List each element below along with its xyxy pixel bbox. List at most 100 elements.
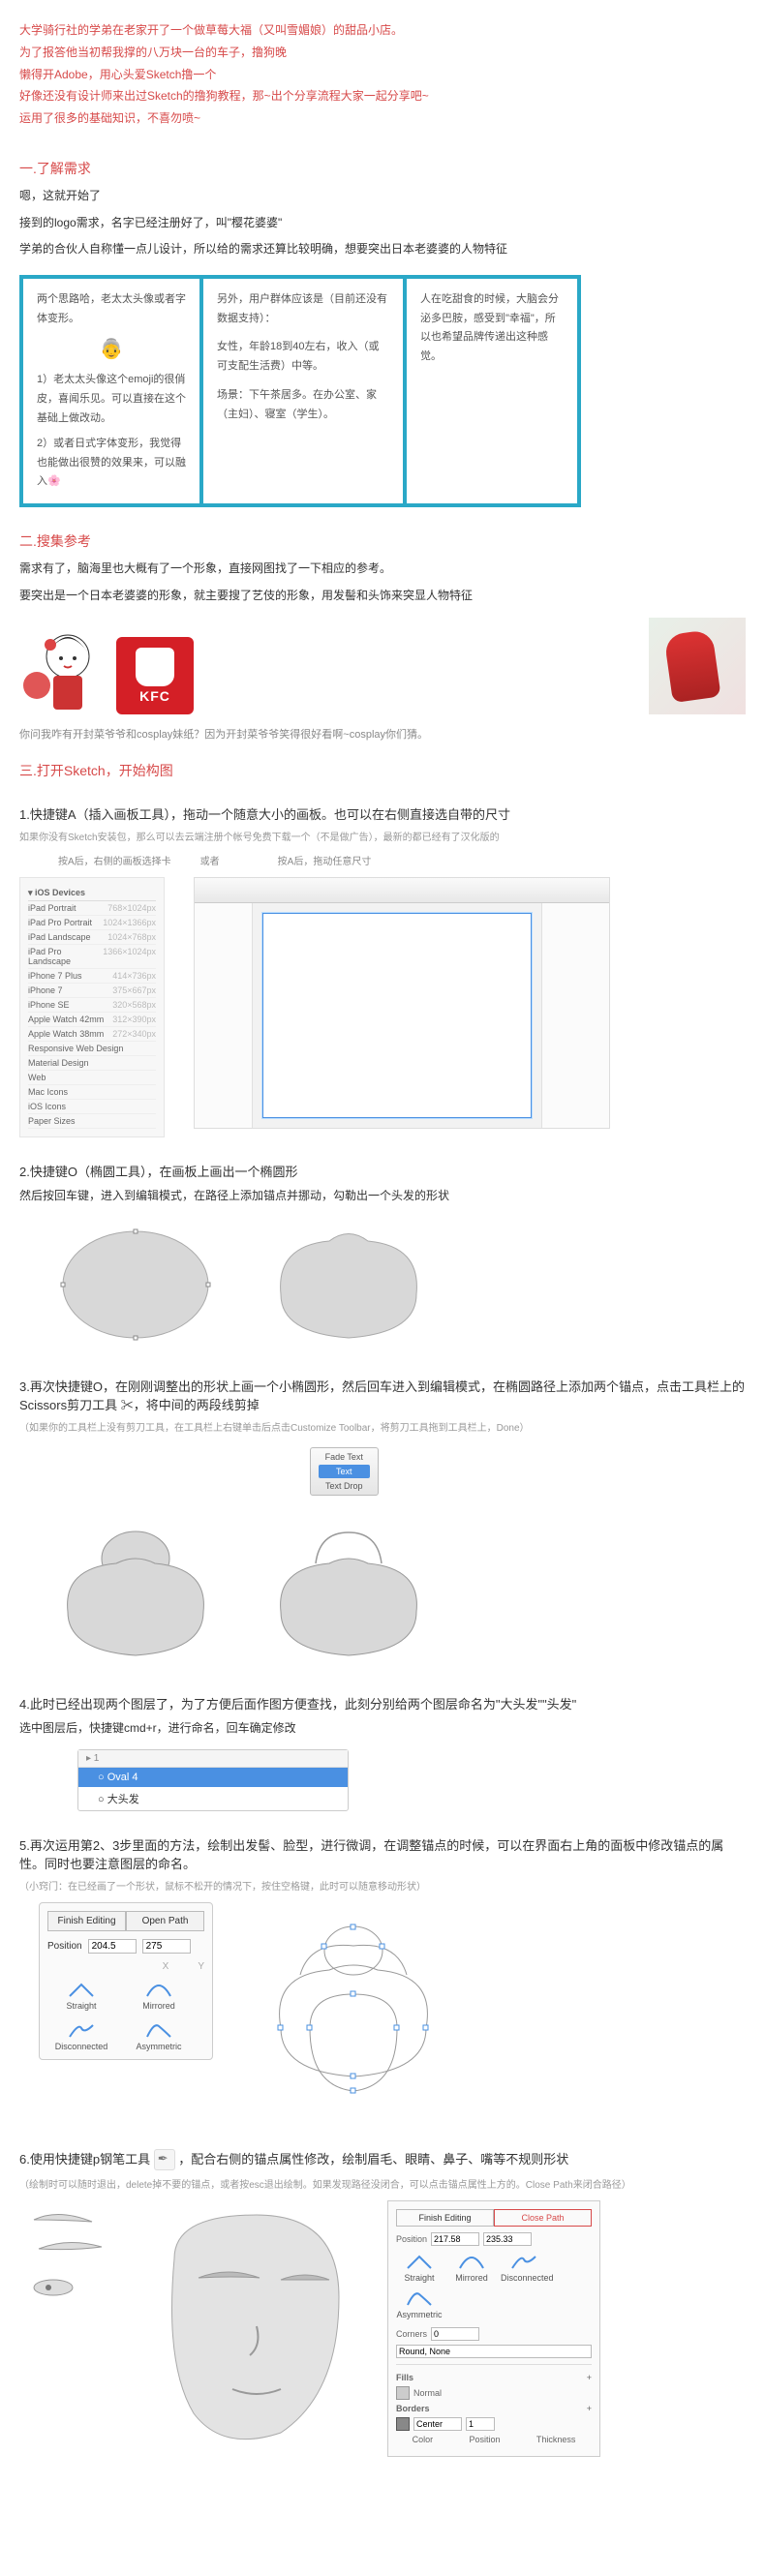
blend-label: Normal <box>413 2388 442 2398</box>
sidebar-preset-row[interactable]: Mac Icons <box>28 1085 156 1100</box>
step-2-title: 2.快捷键O（椭圆工具），在画板上画出一个椭圆形 <box>19 1162 746 1180</box>
x-label: X <box>163 1961 169 1972</box>
point-type-mirrored[interactable]: Mirrored <box>125 1980 193 2011</box>
box-text: 2）或者日式字体变形，我觉得也能做出很赞的效果来，可以融入🌸 <box>37 435 186 492</box>
caption: 按A后，右侧的画板选择卡 <box>58 853 171 867</box>
hair-with-bun-cut <box>261 1515 436 1670</box>
step-4b: 选中图层后，快捷键cmd+r，进行命名，回车确定修改 <box>19 1718 746 1740</box>
sidebar-preset-row[interactable]: iPhone 7 Plus414×736px <box>28 969 156 984</box>
toolbar-item-selected[interactable]: Text <box>319 1465 370 1478</box>
box-text: 女性，年龄18到40左右，收入（或可支配生活费）中等。 <box>217 338 389 377</box>
point-type-grid: Straight Mirrored Disconnected Asymmetri… <box>47 1980 204 2051</box>
border-swatch[interactable] <box>396 2417 410 2431</box>
step-6-title: 6.使用快捷键p钢笔工具 ，配合右侧的锚点属性修改，绘制眉毛、眼睛、鼻子、嘴等不… <box>19 2149 746 2171</box>
border-thickness[interactable] <box>466 2417 495 2431</box>
req-box-3: 人在吃甜食的时候，大脑会分泌多巴胺，感受到"幸福"，所以也希望品牌传递出这种感觉… <box>407 275 581 507</box>
req-box-1: 两个思路哈，老太太头像或者字体变形。 👵 1）老太太头像这个emoji的很俏皮，… <box>19 275 203 507</box>
sidebar-header: ▾ iOS Devices <box>28 886 156 901</box>
head-outline-drawing <box>242 1902 465 2125</box>
anchor-properties-panel[interactable]: Finish Editing Open Path Position X Y St… <box>39 1902 213 2060</box>
borders-label: Borders <box>396 2404 430 2413</box>
pt-asymmetric[interactable]: Asymmetric <box>396 2288 443 2319</box>
finish-editing-button[interactable]: Finish Editing <box>47 1911 126 1931</box>
intro-line: 为了报答他当初帮我撑的八万块一台的车子，撸狗晚 <box>19 42 746 64</box>
step-5-hint: （小窍门：在已经画了一个形状，鼠标不松开的情况下，按住空格键，此时可以随意移动形… <box>19 1878 746 1893</box>
pt-mirrored[interactable]: Mirrored <box>448 2252 495 2283</box>
step3-shapes <box>48 1515 746 1670</box>
sidebar-preset-row[interactable]: Apple Watch 42mm312×390px <box>28 1013 156 1027</box>
s2-p2: 要突出是一个日本老婆婆的形象，就主要搜了艺伎的形象，用发髻和头饰来突显人物特征 <box>19 586 746 607</box>
requirement-boxes: 两个思路哈，老太太头像或者字体变形。 👵 1）老太太头像这个emoji的很俏皮，… <box>19 275 746 507</box>
position-y-input[interactable] <box>142 1939 191 1954</box>
sidebar-preset-row[interactable]: iPad Pro Landscape1366×1024px <box>28 945 156 969</box>
face-drawing <box>145 2200 368 2452</box>
sidebar-preset-row[interactable]: Web <box>28 1071 156 1085</box>
customize-toolbar-snippet[interactable]: Fade Text Text Text Drop <box>310 1447 379 1496</box>
sketch-window[interactable] <box>194 877 610 1129</box>
kfc-face-icon <box>136 648 174 686</box>
pt-straight[interactable]: Straight <box>396 2252 443 2283</box>
box-text: 另外，用户群体应该是（目前还没有数据支持）： <box>217 290 389 329</box>
point-type-asymmetric[interactable]: Asymmetric <box>125 2020 193 2051</box>
sketch-toolbar[interactable] <box>195 878 609 903</box>
sketch-right-panel[interactable] <box>541 903 609 1128</box>
sidebar-preset-row[interactable]: iPhone SE320×568px <box>28 998 156 1013</box>
s2-p1: 需求有了，脑海里也大概有了一个形象，直接网图找了一下相应的参考。 <box>19 559 746 580</box>
step-3-hint: （如果你的工具栏上没有剪刀工具，在工具栏上右键单击后点击Customize To… <box>19 1419 746 1434</box>
geisha-illustration <box>19 618 97 714</box>
anchor-panel-6[interactable]: Finish Editing Close Path Position Strai… <box>387 2200 600 2457</box>
intro-line: 大学骑行社的学弟在老家开了一个做草莓大福（又叫雪媚娘）的甜品小店。 <box>19 19 746 42</box>
toolbar-item[interactable]: Text Drop <box>325 1481 363 1491</box>
pos-x-input[interactable] <box>431 2232 479 2246</box>
point-type-disconnected[interactable]: Disconnected <box>47 2020 115 2051</box>
sidebar-preset-row[interactable]: iPhone 7375×667px <box>28 984 156 998</box>
box-text: 人在吃甜食的时候，大脑会分泌多巴胺，感受到"幸福"，所以也希望品牌传递出这种感觉… <box>420 290 564 367</box>
sketch-artboard-sidebar[interactable]: ▾ iOS Devices iPad Portrait768×1024pxiPa… <box>19 877 165 1137</box>
point-type-straight[interactable]: Straight <box>47 1980 115 2011</box>
position-x-input[interactable] <box>88 1939 137 1954</box>
layer-panel[interactable]: ▸ 1 ○ Oval 4 ○ 大头发 <box>77 1749 349 1811</box>
position-label: Position <box>396 2234 427 2244</box>
round-select[interactable] <box>396 2345 592 2358</box>
box-text: 1）老太太头像这个emoji的很俏皮，喜闻乐见。可以直接在这个基础上做改动。 <box>37 371 186 428</box>
section-2-title: 二.搜集参考 <box>19 531 746 551</box>
finish-editing-button[interactable]: Finish Editing <box>396 2209 494 2227</box>
kfc-logo: KFC <box>116 637 194 714</box>
sidebar-preset-row[interactable]: iPad Pro Portrait1024×1366px <box>28 916 156 930</box>
step-1-title: 1.快捷键A（插入画板工具），拖动一个随意大小的画板。也可以在右侧直接选自带的尺… <box>19 804 746 823</box>
req-box-2: 另外，用户群体应该是（目前还没有数据支持）： 女性，年龄18到40左右，收入（或… <box>203 275 407 507</box>
box-text: 场景：下午茶居多。在办公室、家（主妇）、寝室（学生）。 <box>217 386 389 425</box>
layer-item[interactable]: ○ 大头发 <box>78 1787 348 1810</box>
layer-item-selected[interactable]: ○ Oval 4 <box>78 1768 348 1787</box>
sidebar-preset-row[interactable]: iOS Icons <box>28 1100 156 1114</box>
sidebar-preset-row[interactable]: iPad Landscape1024×768px <box>28 930 156 945</box>
fill-swatch[interactable] <box>396 2386 410 2400</box>
sketch-left-panel[interactable] <box>195 903 253 1128</box>
step-5-title: 5.再次运用第2、3步里面的方法，绘制出发髻、脸型，进行微调，在调整锚点的时候，… <box>19 1835 746 1872</box>
s1-p2: 接到的logo需求，名字已经注册好了，叫"樱花婆婆" <box>19 213 746 234</box>
sidebar-preset-row[interactable]: iPad Portrait768×1024px <box>28 901 156 916</box>
corners-label: Corners <box>396 2329 427 2339</box>
emoji-grandma-icon: 👵 <box>37 332 186 367</box>
border-position[interactable] <box>413 2417 462 2431</box>
close-path-button[interactable]: Close Path <box>494 2209 592 2227</box>
step-3-title: 3.再次快捷键O，在刚刚调整出的形状上画一个小椭圆形，然后回车进入到编辑模式，在… <box>19 1377 746 1413</box>
pt-disconnected[interactable]: Disconnected <box>501 2252 547 2283</box>
box-text: 两个思路哈，老太太头像或者字体变形。 <box>37 290 186 329</box>
hair-with-bun-full <box>48 1515 223 1670</box>
intro-line: 好像还没有设计师来出过Sketch的撸狗教程，那~出个分享流程大家一起分享吧~ <box>19 85 746 107</box>
sidebar-preset-row[interactable]: Apple Watch 38mm272×340px <box>28 1027 156 1042</box>
sidebar-preset-row[interactable]: Paper Sizes <box>28 1114 156 1129</box>
step2-shapes <box>48 1217 746 1352</box>
corners-input[interactable] <box>431 2327 479 2341</box>
sidebar-preset-row[interactable]: Responsive Web Design <box>28 1042 156 1056</box>
step-4-title: 4.此时已经出现两个图层了，为了方便后面作图方便查找，此刻分别给两个图层命名为"… <box>19 1694 746 1712</box>
pen-tool-icon <box>154 2149 175 2170</box>
open-path-button[interactable]: Open Path <box>126 1911 204 1931</box>
caption: 按A后，拖动任意尺寸 <box>278 853 372 867</box>
sidebar-preset-row[interactable]: Material Design <box>28 1056 156 1071</box>
position-label: Position <box>47 1941 82 1952</box>
sketch-artboard-canvas[interactable] <box>262 913 532 1118</box>
pos-y-input[interactable] <box>483 2232 532 2246</box>
toolbar-item[interactable]: Fade Text <box>325 1452 363 1462</box>
